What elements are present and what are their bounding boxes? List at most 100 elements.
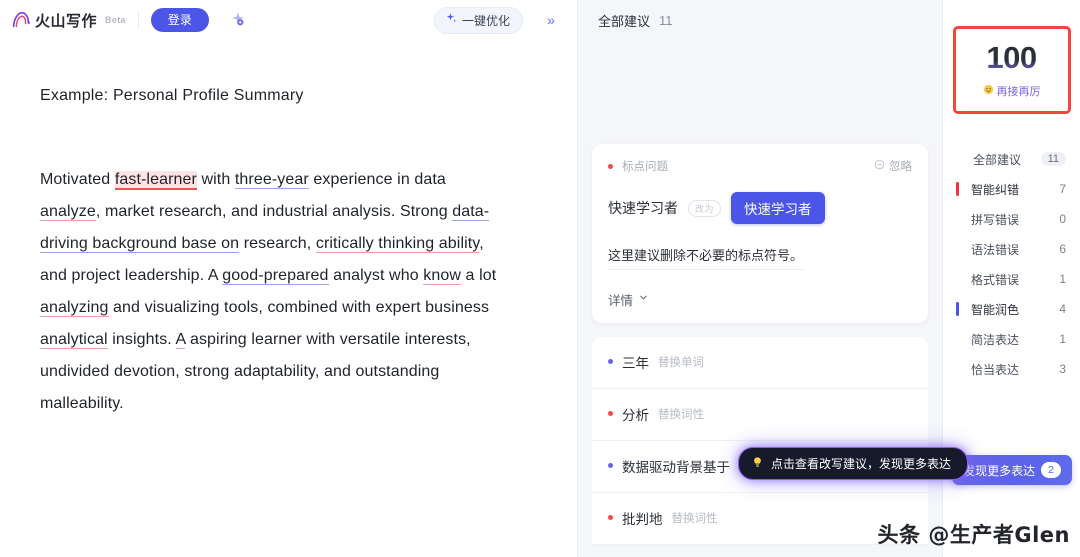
category-accent-bar	[956, 182, 959, 196]
category-label: 语法错误	[971, 242, 1020, 257]
beta-tag: Beta	[105, 15, 126, 25]
emoji-smile-icon	[983, 84, 994, 98]
inline-suggestion-mark[interactable]: fast-learner	[114, 171, 197, 190]
document-text-run: experience in data	[308, 171, 446, 188]
original-word: 快速学习者	[608, 200, 678, 216]
inline-suggestion-mark[interactable]: critically thinking ability	[315, 235, 480, 253]
sidebar-item-format-errors[interactable]: 格式错误 1	[943, 264, 1080, 294]
discover-more-label: 发现更多表达	[963, 463, 1036, 478]
category-count: 3	[1059, 362, 1066, 376]
hint-tooltip: 点击查看改写建议，发现更多表达	[738, 447, 969, 480]
minus-circle-icon	[874, 159, 885, 173]
one-click-optimize-label: 一键优化	[461, 13, 510, 28]
document-text-run: analyst who	[328, 267, 424, 284]
list-item[interactable]: 分析 替换词性	[592, 388, 928, 441]
list-item[interactable]: 三年 替换单词	[592, 336, 928, 389]
category-label: 智能纠错	[971, 182, 1020, 197]
suggestion-tag: 替换词性	[658, 408, 704, 421]
score-value: 100	[986, 39, 1037, 75]
category-count: 6	[1059, 242, 1066, 256]
severity-dot-icon	[608, 359, 613, 365]
suggestion-card-header: 标点问题 忽略	[608, 158, 912, 174]
suggestions-header-label: 全部建议	[598, 13, 651, 29]
category-count: 7	[1059, 182, 1066, 196]
sidebar-item-appropriate-expression[interactable]: 恰当表达 3	[943, 354, 1080, 384]
inline-suggestion-mark[interactable]: analytical	[40, 331, 108, 349]
details-label: 详情	[608, 293, 634, 308]
category-accent-bar	[956, 302, 959, 316]
sidebar-item-grammar-errors[interactable]: 语法错误 6	[943, 234, 1080, 264]
document-text-run: insights.	[107, 331, 176, 348]
document-text-run: , market research, and industrial analys…	[95, 203, 453, 220]
sidebar-item-concise-expression[interactable]: 简洁表达 1	[943, 324, 1080, 354]
document-text-run: Motivated	[40, 171, 115, 188]
chevron-down-icon	[638, 292, 649, 306]
sidebar-item-spelling-errors[interactable]: 拼写错误 0	[943, 204, 1080, 234]
discover-more-badge: 2	[1041, 461, 1061, 479]
toolbar-divider	[137, 12, 139, 28]
suggestions-header-count: 11	[659, 12, 673, 28]
suggestion-details-toggle[interactable]: 详情	[608, 290, 912, 309]
brand-name: 火山写作	[35, 12, 98, 30]
suggestion-replacement-row: 快速学习者 改为 快速学习者	[608, 192, 912, 224]
inline-suggestion-mark[interactable]: analyzing	[40, 299, 109, 317]
top-toolbar: 火山写作 Beta 登录 一键优化 »	[0, 0, 577, 40]
category-label: 拼写错误	[971, 212, 1020, 227]
document-title: Example: Personal Profile Summary	[40, 87, 304, 104]
toolbar-right-group: 一键优化 »	[433, 6, 565, 34]
score-subtitle: 再接再厉	[983, 83, 1041, 99]
sparkle-icon	[445, 12, 458, 28]
ignore-button[interactable]: 忽略	[874, 158, 912, 174]
inline-suggestion-mark[interactable]: know	[423, 267, 462, 285]
lightbulb-icon	[751, 456, 764, 472]
suggestion-word: 三年	[622, 355, 649, 371]
ignore-label: 忽略	[889, 161, 912, 173]
score-subtitle-label: 再接再厉	[996, 85, 1041, 98]
sidebar-item-all-suggestions[interactable]: 全部建议 11	[943, 144, 1080, 174]
login-button[interactable]: 登录	[150, 7, 209, 33]
sidebar-item-smart-correction[interactable]: 智能纠错 7	[943, 174, 1080, 204]
category-count: 11	[1040, 152, 1066, 166]
category-count: 1	[1059, 332, 1066, 346]
double-chevron-right-icon[interactable]: »	[537, 7, 565, 33]
severity-dot-icon	[608, 463, 613, 469]
inline-suggestion-mark[interactable]: analyze	[40, 203, 96, 221]
inline-suggestion-mark[interactable]: three-year	[234, 171, 309, 189]
suggestion-tag: 替换词性	[671, 512, 718, 525]
inline-suggestion-mark[interactable]: good-prepared	[222, 267, 329, 285]
magic-wand-icon[interactable]	[225, 7, 251, 33]
suggestion-word: 批判地	[622, 511, 663, 527]
discover-more-expressions-button[interactable]: 发现更多表达 2	[952, 455, 1072, 485]
suggestions-column: 全部建议 11 标点问题 忽略 快速学习者 改为 快速学习者 这里建议删除不必要…	[578, 0, 969, 557]
suggestion-word: 数据驱动背景基于	[622, 459, 730, 475]
score-card: 100 再接再厉	[952, 26, 1071, 114]
hint-tooltip-text: 点击查看改写建议，发现更多表达	[771, 457, 952, 471]
document-text-run: research,	[239, 235, 316, 252]
suggestion-kind-label: 标点问题	[622, 161, 668, 173]
document-text-run: with	[196, 171, 235, 188]
severity-dot-icon	[608, 411, 613, 417]
editor-column: 火山写作 Beta 登录 一键优化 » Example: Personal Pr…	[0, 0, 578, 557]
category-label: 格式错误	[971, 272, 1020, 287]
severity-dot-icon	[608, 515, 613, 521]
suggestion-rows: 三年 替换单词 分析 替换词性 数据驱动背景基于 替换词性 批判地 替换词性	[592, 336, 928, 545]
category-label: 简洁表达	[971, 332, 1020, 347]
apply-replacement-button[interactable]: 快速学习者	[731, 192, 825, 224]
watermark: 头条 @生产者Glen	[877, 523, 1070, 547]
suggestion-word: 分析	[622, 407, 649, 423]
volcano-logo-icon	[10, 9, 32, 31]
suggestion-tag: 替换单词	[658, 356, 704, 369]
document-text-run: and visualizing tools, combined with exp…	[108, 299, 490, 316]
document-editor[interactable]: Example: Personal Profile Summary Motiva…	[0, 40, 577, 557]
severity-dot-icon	[608, 163, 613, 169]
category-list: 全部建议 11 智能纠错 7 拼写错误 0 语法错误 6 格式错误 1 智能润色…	[943, 144, 1080, 384]
suggestion-description: 这里建议删除不必要的标点符号。	[608, 246, 804, 270]
category-count: 4	[1059, 302, 1066, 316]
suggestion-card[interactable]: 标点问题 忽略 快速学习者 改为 快速学习者 这里建议删除不必要的标点符号。 详…	[592, 144, 928, 323]
app-root: 火山写作 Beta 登录 一键优化 » Example: Personal Pr…	[0, 0, 1080, 557]
inline-suggestion-mark[interactable]: A	[175, 331, 186, 349]
document-body[interactable]: Motivated fast-learner with three-year e…	[40, 164, 510, 420]
sidebar-item-smart-polish[interactable]: 智能润色 4	[943, 294, 1080, 324]
one-click-optimize-button[interactable]: 一键优化	[433, 6, 523, 34]
category-label: 恰当表达	[971, 362, 1020, 377]
